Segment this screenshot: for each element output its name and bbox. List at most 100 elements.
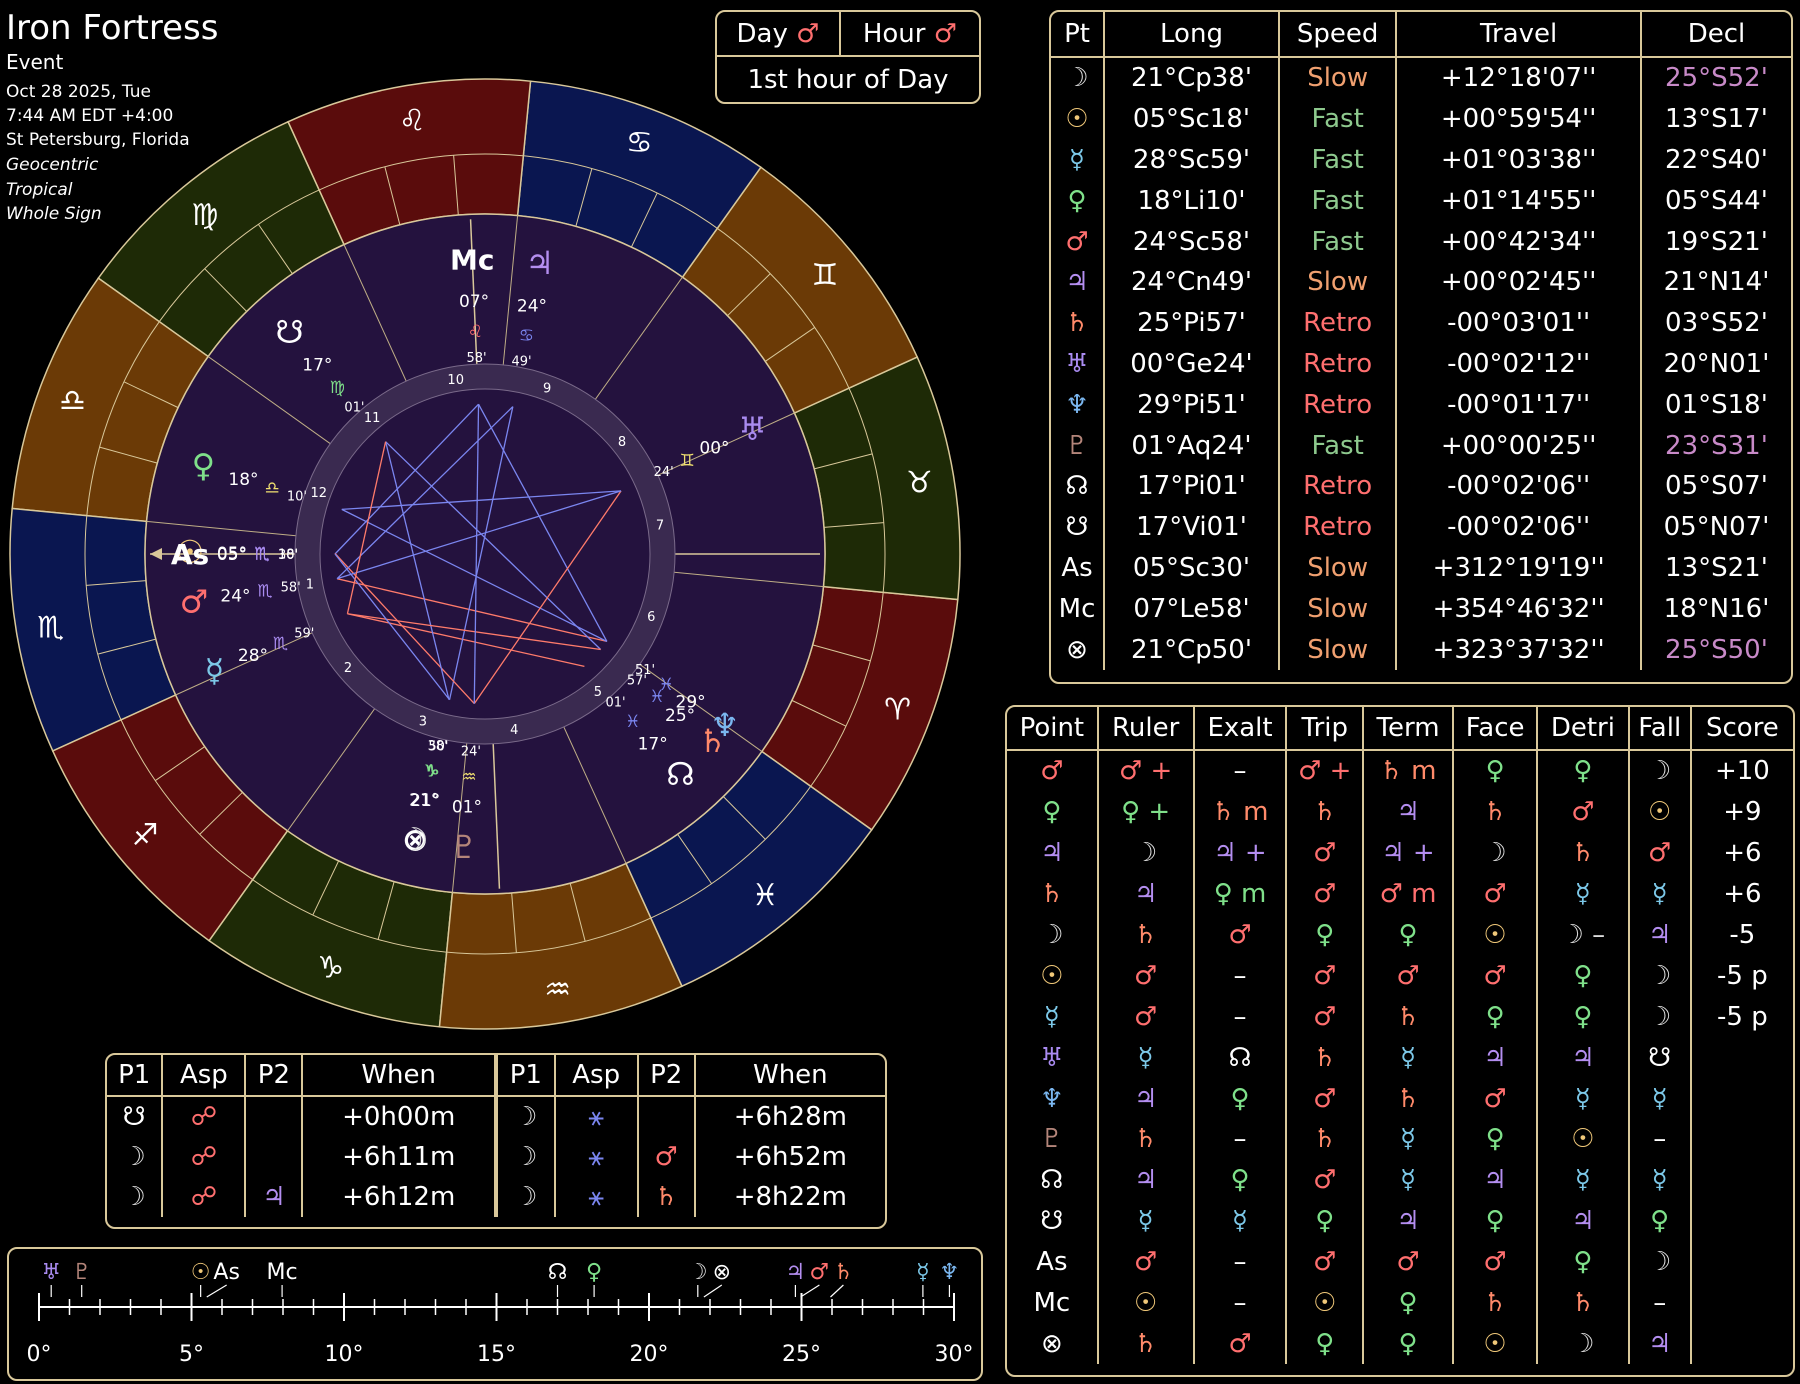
dignity-cell: ☽ [1627,996,1691,1038]
strip-tick-label: 0° [27,1342,52,1367]
planet-icon[interactable]: ♅ [738,410,767,448]
dignity-cell: ♀ [1285,914,1364,956]
table-row: ♄ ♃ ♀ m ♂ ♂ m ♂ ☿ ☿ +6 [1007,873,1793,915]
table-row: ☊ ♃ ♀ ♂ ☿ ♃ ☿ ☿ [1007,1159,1793,1201]
longitude-value: 24°Cn49' [1103,261,1279,303]
p1-glyph-icon: ☽ [122,1182,146,1212]
score-value [1689,1323,1793,1365]
point-glyph-icon: As [1061,552,1093,583]
dignity-cell: ♂ [1627,832,1691,874]
point-glyph-icon: ☽ [1065,63,1089,94]
planet-minute: 24' [654,465,674,480]
positions-header-4: Decl [1639,12,1791,58]
dignity-cell: ☽ [1452,832,1538,874]
point-glyph-icon: ♀ [1042,797,1062,828]
dignity-cell: ☽ – [1536,914,1629,956]
score-value [1689,1159,1793,1201]
declination-value: 23°S31' [1639,425,1791,466]
dignity-cell: ♂ [1285,996,1364,1038]
declination-value: 25°S52' [1639,57,1791,99]
dignity-cell: ♃ [1096,1078,1194,1120]
planet-icon[interactable]: ♃ [525,244,554,282]
score-value [1689,1037,1793,1079]
table-row: ☽ ☍ +6h11m ☽ ⚹ ♂ +6h52m [107,1137,885,1177]
planet-minute: 38' [428,739,448,754]
longitude-value: 29°Pi51' [1103,384,1279,426]
point-glyph-icon: ☉ [1065,104,1089,135]
table-row: ☋ ☍ +0h00m ☽ ⚹ +6h28m [107,1096,885,1137]
house-number: 10 [447,373,464,388]
planet-icon[interactable]: ♀ [192,446,215,484]
dignity-cell: ☽ [1627,955,1691,997]
planet-degree: 28° [238,646,268,666]
planet-sign-icon: ♎ [264,479,279,499]
point-glyph-icon: ♇ [1040,1124,1064,1155]
dignity-cell: ☿ [1096,1200,1194,1242]
aspects-header-3: When [301,1055,496,1097]
dignity-cell: ♀ [1285,1323,1364,1365]
dignity-cell: ☊ [1192,1037,1287,1079]
strip-point-icon: ☽ [688,1260,708,1285]
longitude-value: 21°Cp50' [1103,629,1279,670]
declination-value: 18°N16' [1639,588,1791,630]
table-row: ⊗ 21°Cp50' Slow +323°37'32'' 25°S50' [1051,629,1791,670]
planet-icon[interactable]: ♂ [180,583,209,621]
dignity-cell: ♂ [1536,791,1629,833]
planet-icon[interactable]: ♇ [450,828,479,866]
score-value [1689,1282,1793,1324]
table-row: ♀ ♀ + ♄ m ♄ ♃ ♄ ♂ ☉ +9 [1007,791,1793,833]
table-row: ♇ 01°Aq24' Fast +00°00'25'' 23°S31' [1051,425,1791,466]
planet-minute: 10' [287,489,307,504]
aspects-header-5: Asp [553,1055,638,1097]
strip-point-icon: ☉ [191,1260,211,1285]
dignity-cell: ♄ m [1192,791,1287,833]
speed-value: Slow [1277,547,1397,589]
zodiac-sign-icon: ♍ [191,198,218,233]
planet-degree: 07° [459,292,489,312]
planet-degree: 24° [517,296,547,316]
point-glyph-icon: As [1036,1247,1068,1278]
longitude-value: 21°Cp38' [1103,57,1279,99]
longitude-value: 28°Sc59' [1103,139,1279,181]
declination-value: 25°S50' [1639,629,1791,670]
score-value: +10 [1689,750,1793,792]
chart-wheel[interactable]: ♈♉♊♋♌♍♎♏♐♑♒♓123456789101112☉ 05° ♏ 18'As 05°… [0,70,980,1030]
planet-icon[interactable]: ☊ [666,755,694,793]
dignity-cell: ♂ + [1285,750,1364,792]
strip-point-icon: ♃ [786,1260,806,1285]
table-row: ☊ 17°Pi01' Retro -00°02'06'' 05°S07' [1051,465,1791,507]
dignity-cell: ♂ + [1096,750,1194,792]
aspect-glyph-icon: ☍ [161,1096,246,1137]
strip-leader [206,1284,227,1298]
p1-glyph-icon: ☽ [493,1137,555,1177]
planet-icon[interactable]: ☿ [205,652,225,690]
planet-minute: 49' [512,354,532,369]
planet-icon[interactable]: ♄ [698,722,727,760]
declination-value: 05°N07' [1639,506,1791,548]
p2-glyph-icon: ♂ [636,1137,695,1177]
dignity-cell: ☽ [1627,750,1691,792]
planet-sign-icon: ♑ [424,761,439,781]
speed-value: Fast [1277,139,1397,181]
point-glyph-icon: ♃ [1040,838,1064,869]
point-glyph-icon: ♇ [1065,430,1089,461]
speed-value: Slow [1277,629,1397,670]
planet-icon[interactable]: ☋ [275,313,303,351]
dignity-cell: – [1192,996,1287,1038]
dignity-cell: ♀ [1452,1119,1538,1160]
dignity-cell: ☉ [1536,1119,1629,1160]
table-row: ♂ ♂ + – ♂ + ♄ m ♀ ♀ ☽ +10 [1007,750,1793,792]
score-value: -5 p [1689,955,1793,997]
planet-icon[interactable]: Mc [450,243,494,276]
planet-icon[interactable]: ☽ [400,820,429,858]
point-glyph-icon: ♄ [1065,308,1089,339]
travel-value: +323°37'32'' [1395,629,1641,670]
travel-value: -00°01'17'' [1395,384,1641,426]
dignity-cell: ♄ [1096,1119,1194,1160]
planet-icon[interactable]: As [171,538,209,571]
strip-point-icon: ☿ [916,1260,930,1285]
strip-tick-label: 15° [477,1342,516,1367]
dignity-cell: ☉ [1627,791,1691,833]
table-row: ☉ ♂ – ♂ ♂ ♂ ♀ ☽ -5 p [1007,955,1793,997]
house-number: 12 [310,486,327,501]
